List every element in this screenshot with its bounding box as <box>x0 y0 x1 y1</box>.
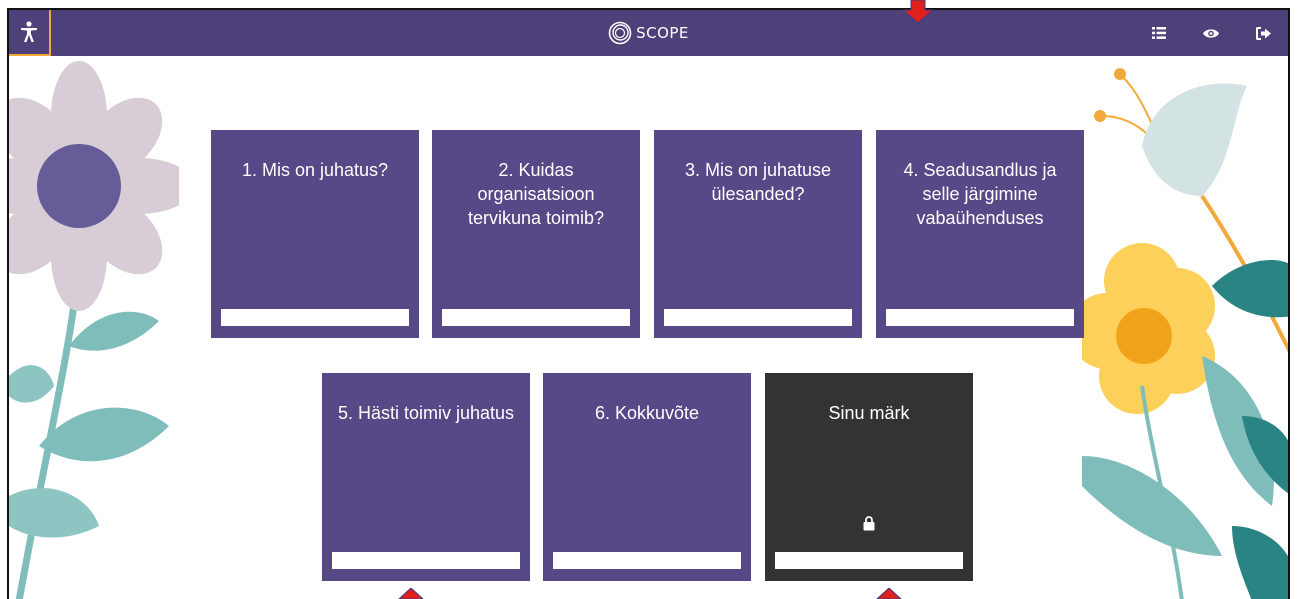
view-button[interactable] <box>1200 22 1222 44</box>
module-progress-bar <box>332 552 520 569</box>
list-icon <box>1152 27 1166 39</box>
module-progress-bar <box>886 309 1074 326</box>
logo-swirl-icon <box>608 21 632 45</box>
left-flower-illustration <box>9 61 179 599</box>
logout-icon <box>1255 26 1271 40</box>
module-title: 2. Kuidas organisatsioon tervikuna toimi… <box>467 160 605 228</box>
module-title: 1. Mis on juhatus? <box>241 160 389 180</box>
top-navigation-bar: SCOPE <box>9 10 1288 56</box>
module-progress-bar <box>553 552 741 569</box>
right-flower-illustration <box>1082 68 1288 599</box>
module-progress-bar <box>221 309 409 326</box>
badge-title: Sinu märk <box>828 403 910 423</box>
menu-list-button[interactable] <box>1148 22 1170 44</box>
scope-logo: SCOPE <box>608 21 689 45</box>
annotation-arrow-bottom-right <box>876 588 902 599</box>
eye-icon <box>1203 28 1219 38</box>
module-tile-5[interactable]: 5. Hästi toimiv juhatus <box>322 373 530 581</box>
badge-tile-locked[interactable]: Sinu märk <box>765 373 973 581</box>
module-tile-3[interactable]: 3. Mis on juhatuse ülesanded? <box>654 130 862 338</box>
badge-progress-bar <box>775 552 963 569</box>
module-title: 5. Hästi toimiv juhatus <box>337 403 515 423</box>
accessibility-button[interactable] <box>9 10 51 56</box>
module-tile-6[interactable]: 6. Kokkuvõte <box>543 373 751 581</box>
logo-text: SCOPE <box>636 24 689 42</box>
module-title: 6. Kokkuvõte <box>594 403 700 423</box>
module-tile-2[interactable]: 2. Kuidas organisatsioon tervikuna toimi… <box>432 130 640 338</box>
module-title: 3. Mis on juhatuse ülesanded? <box>684 160 832 204</box>
lock-icon <box>863 516 875 531</box>
accessibility-icon <box>21 21 37 42</box>
module-progress-bar <box>664 309 852 326</box>
module-progress-bar <box>442 309 630 326</box>
annotation-arrow-top <box>901 0 935 24</box>
annotation-arrow-bottom-left <box>398 588 424 599</box>
module-tile-4[interactable]: 4. Seadusandlus ja selle järgimine vabaü… <box>876 130 1084 338</box>
app-frame: SCOPE 1. Mis on juhatus? 2. Kuidas organ… <box>7 8 1290 599</box>
module-tile-1[interactable]: 1. Mis on juhatus? <box>211 130 419 338</box>
module-title: 4. Seadusandlus ja selle järgimine vabaü… <box>903 160 1057 228</box>
logout-button[interactable] <box>1252 22 1274 44</box>
topbar-actions <box>1148 10 1274 56</box>
